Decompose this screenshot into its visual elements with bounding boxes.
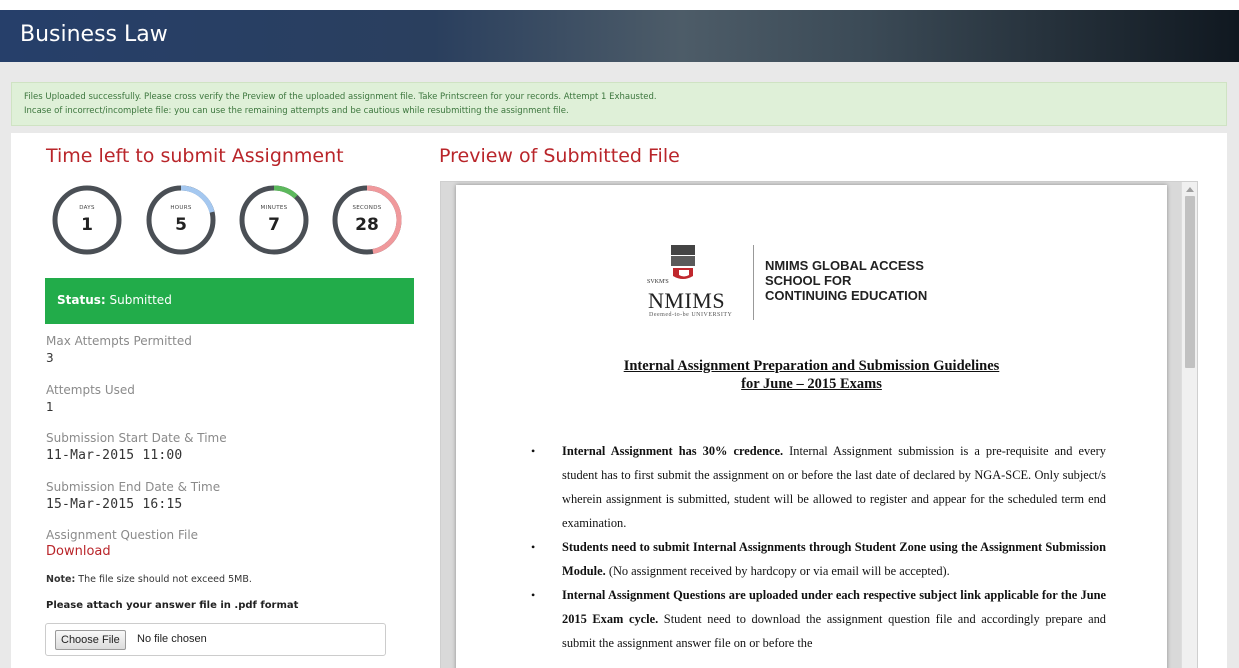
logo-deemed-text: Deemed-to-be UNIVERSITY <box>649 312 733 318</box>
top-band <box>0 0 1239 10</box>
list-item: • Internal Assignment Questions are uplo… <box>531 588 1106 650</box>
days-timer: DAYS 1 <box>52 185 122 255</box>
start-date-label: Submission Start Date & Time <box>46 431 227 445</box>
viewer-scrollbar[interactable] <box>1181 182 1197 668</box>
pdf-viewer[interactable]: SVKM'S NMIMS Deemed-to-be UNIVERSITY NMI… <box>440 181 1198 668</box>
minutes-timer: MINUTES 7 <box>239 185 309 255</box>
hours-timer: HOURS 5 <box>146 185 216 255</box>
minutes-value: 7 <box>268 215 280 235</box>
attempts-used-label: Attempts Used <box>46 383 135 397</box>
end-date-label: Submission End Date & Time <box>46 480 221 494</box>
school-line-3: CONTINUING EDUCATION <box>765 288 928 303</box>
status-banner: Status: Submitted <box>45 278 414 324</box>
seconds-value: 28 <box>355 215 379 235</box>
no-file-chosen-text: No file chosen <box>137 633 207 645</box>
note-label: Note: <box>46 574 76 585</box>
start-date-value: 11-Mar-2015 11:00 <box>46 448 183 463</box>
page-header: Business Law <box>0 10 1239 62</box>
logo-divider <box>753 245 754 320</box>
logo-nmims-text: NMIMS <box>648 288 726 313</box>
hours-label: HOURS <box>170 205 192 211</box>
days-value: 1 <box>81 215 93 235</box>
logo-svkms-text: SVKM'S <box>647 279 669 285</box>
hours-value: 5 <box>175 215 187 235</box>
school-name: NMIMS GLOBAL ACCESS SCHOOL FOR CONTINUIN… <box>765 258 927 303</box>
school-line-1: NMIMS GLOBAL ACCESS <box>765 258 924 273</box>
list-item: • Students need to submit Internal Assig… <box>531 540 1106 578</box>
status-label: Status: <box>57 293 106 307</box>
download-link[interactable]: Download <box>46 544 111 559</box>
days-label: DAYS <box>79 205 95 211</box>
max-attempts-label: Max Attempts Permitted <box>46 334 192 348</box>
status-value: Submitted <box>109 293 172 307</box>
document-title: Internal Assignment Preparation and Subm… <box>456 357 1167 393</box>
bullet-2-text: (No assignment received by hardcopy or v… <box>605 564 950 578</box>
document-title-line-1: Internal Assignment Preparation and Subm… <box>623 358 1000 374</box>
alert-line-1: Files Uploaded successfully. Please cros… <box>24 92 657 102</box>
end-date-value: 15-Mar-2015 16:15 <box>46 497 183 512</box>
success-alert: Files Uploaded successfully. Please cros… <box>11 82 1227 126</box>
alert-line-2: Incase of incorrect/incomplete file: you… <box>24 106 569 116</box>
time-left-heading: Time left to submit Assignment <box>46 145 344 167</box>
scroll-thumb[interactable] <box>1185 196 1195 368</box>
minutes-label: MINUTES <box>260 205 288 211</box>
question-file-label: Assignment Question File <box>46 528 199 542</box>
scroll-up-arrow-icon[interactable] <box>1186 187 1194 192</box>
list-item: • Internal Assignment has 30% credence. … <box>531 444 1106 530</box>
choose-file-button[interactable]: Choose File <box>55 630 126 650</box>
pdf-page: SVKM'S NMIMS Deemed-to-be UNIVERSITY NMI… <box>456 185 1167 668</box>
max-attempts-value: 3 <box>46 351 54 365</box>
file-input[interactable]: Choose File No file chosen <box>45 623 386 656</box>
main-panel: Time left to submit Assignment Preview o… <box>11 133 1227 668</box>
guidelines-list: • Internal Assignment has 30% credence. … <box>531 439 1106 655</box>
file-size-note: Note: The file size should not exceed 5M… <box>46 574 252 585</box>
page-title: Business Law <box>20 22 168 47</box>
attach-instruction: Please attach your answer file in .pdf f… <box>46 600 299 611</box>
seconds-label: SECONDS <box>352 205 382 211</box>
document-title-line-2: for June – 2015 Exams <box>741 376 882 392</box>
school-line-2: SCHOOL FOR <box>765 273 852 288</box>
seconds-timer: SECONDS 28 <box>332 185 402 255</box>
bullet-1-bold: Internal Assignment has 30% credence. <box>562 444 784 458</box>
note-text: The file size should not exceed 5MB. <box>78 574 252 585</box>
attempts-used-value: 1 <box>46 400 54 414</box>
preview-heading: Preview of Submitted File <box>439 145 680 167</box>
